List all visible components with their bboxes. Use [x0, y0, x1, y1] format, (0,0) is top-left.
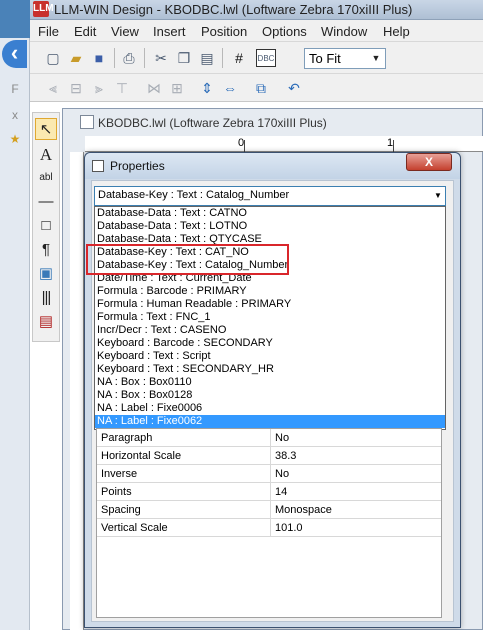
ruler-tick	[393, 140, 394, 152]
property-name: Vertical Scale	[97, 519, 271, 537]
chevron-down-icon[interactable]: ▼	[368, 50, 384, 67]
property-name: Inverse	[97, 465, 271, 483]
desktop-strip-top	[0, 0, 30, 38]
paragraph-icon[interactable]: ¶	[35, 239, 57, 261]
print-icon[interactable]: ⎙	[120, 49, 138, 67]
dropdown-option[interactable]: Keyboard : Text : Script	[95, 350, 445, 363]
back-arrow-icon[interactable]: ‹	[2, 40, 27, 68]
line-icon[interactable]: —	[35, 191, 57, 213]
property-name: Spacing	[97, 501, 271, 519]
dropdown-option[interactable]: Formula : Human Readable : PRIMARY	[95, 298, 445, 311]
property-value[interactable]: No	[271, 429, 441, 447]
document-icon	[80, 115, 94, 129]
align-top-icon[interactable]: ⊤	[113, 79, 131, 97]
open-icon[interactable]: ▰	[67, 49, 85, 67]
dropdown-option[interactable]: Formula : Text : FNC_1	[95, 311, 445, 324]
zoom-value: To Fit	[309, 51, 341, 66]
dropdown-option[interactable]: Formula : Barcode : PRIMARY	[95, 285, 445, 298]
vertical-ruler	[70, 152, 84, 630]
menu-help[interactable]: Help	[383, 24, 410, 39]
center-v-icon[interactable]: ⇕	[198, 79, 216, 97]
dropdown-option[interactable]: Incr/Decr : Text : CASENO	[95, 324, 445, 337]
menu-file[interactable]: File	[38, 24, 59, 39]
toolbar-separator	[144, 48, 145, 68]
rfid-icon[interactable]: ▤	[35, 311, 57, 333]
menu-window[interactable]: Window	[321, 24, 367, 39]
toolbar-separator	[114, 48, 115, 68]
window-title: LLM-WIN Design - KBODBC.lwl (Loftware Ze…	[54, 2, 413, 17]
cut-icon[interactable]: ✂	[152, 49, 170, 67]
property-name: Points	[97, 483, 271, 501]
property-name: Horizontal Scale	[97, 447, 271, 465]
dialog-icon	[92, 160, 104, 172]
align-right-icon[interactable]: ⫸	[90, 79, 108, 97]
undo-icon[interactable]: ↶	[285, 79, 303, 97]
menu-view[interactable]: View	[111, 24, 139, 39]
align-left-icon[interactable]: ⫷	[44, 79, 62, 97]
close-icon[interactable]: F	[6, 82, 24, 98]
dropdown-option[interactable]: NA : Label : Fixe0006	[95, 402, 445, 415]
distribute-v-icon[interactable]: ⊞	[168, 79, 186, 97]
menu-insert[interactable]: Insert	[153, 24, 186, 39]
dropdown-option[interactable]: Database-Data : Text : CATNO	[95, 207, 445, 220]
dropdown-option[interactable]: NA : Box : Box0128	[95, 389, 445, 402]
dropdown-option[interactable]: Keyboard : Barcode : SECONDARY	[95, 337, 445, 350]
menubar	[30, 20, 483, 42]
box-icon[interactable]: □	[35, 215, 57, 237]
property-value[interactable]: 38.3	[271, 447, 441, 465]
distribute-h-icon[interactable]: ⋈	[145, 79, 163, 97]
new-icon[interactable]: ▢	[44, 49, 62, 67]
dropdown-option[interactable]: NA : Label : Fixe0062	[95, 415, 445, 428]
toolbar-separator	[222, 48, 223, 68]
favorites-star-icon[interactable]: ★	[6, 132, 24, 148]
barcode-icon[interactable]: |||	[35, 287, 57, 309]
odbc-icon[interactable]: DBC	[256, 49, 276, 67]
menu-position[interactable]: Position	[201, 24, 247, 39]
save-icon[interactable]: ■	[90, 49, 108, 67]
align-center-icon[interactable]: ⊟	[67, 79, 85, 97]
field-select-value: Database-Key : Text : Catalog_Number	[98, 189, 290, 201]
horizontal-ruler	[85, 136, 483, 152]
property-value[interactable]: Monospace	[271, 501, 441, 519]
property-value[interactable]: 14	[271, 483, 441, 501]
dialog-title: Properties	[110, 159, 165, 173]
property-value[interactable]: 101.0	[271, 519, 441, 537]
dropdown-option[interactable]: Keyboard : Text : SECONDARY_HR	[95, 363, 445, 376]
copy-icon[interactable]: ❐	[175, 49, 193, 67]
chevron-down-icon[interactable]: ▼	[432, 188, 444, 204]
image-icon[interactable]: ▣	[35, 263, 57, 285]
select-icon[interactable]: ↖	[35, 118, 57, 140]
property-name: Paragraph	[97, 429, 271, 447]
dropdown-option[interactable]: NA : Box : Box0110	[95, 376, 445, 389]
ruler-tick	[244, 140, 245, 152]
center-h-icon[interactable]: ⇔	[221, 79, 239, 97]
field-icon[interactable]: abl	[35, 167, 57, 189]
paste-icon[interactable]: ▤	[198, 49, 216, 67]
close-x-icon[interactable]: x	[6, 108, 24, 124]
document-title: KBODBC.lwl (Loftware Zebra 170xiIII Plus…	[98, 116, 327, 130]
property-value[interactable]: No	[271, 465, 441, 483]
text-icon[interactable]: A	[35, 144, 57, 166]
close-button[interactable]: X	[406, 153, 452, 171]
dropdown-option[interactable]: Database-Data : Text : LOTNO	[95, 220, 445, 233]
menu-options[interactable]: Options	[262, 24, 307, 39]
grid-icon[interactable]: #	[230, 49, 248, 67]
app-logo-icon: LLM	[33, 1, 54, 17]
highlight-annotation-box	[86, 244, 289, 275]
front-icon[interactable]: ⧉	[252, 79, 270, 97]
menu-edit[interactable]: Edit	[74, 24, 96, 39]
